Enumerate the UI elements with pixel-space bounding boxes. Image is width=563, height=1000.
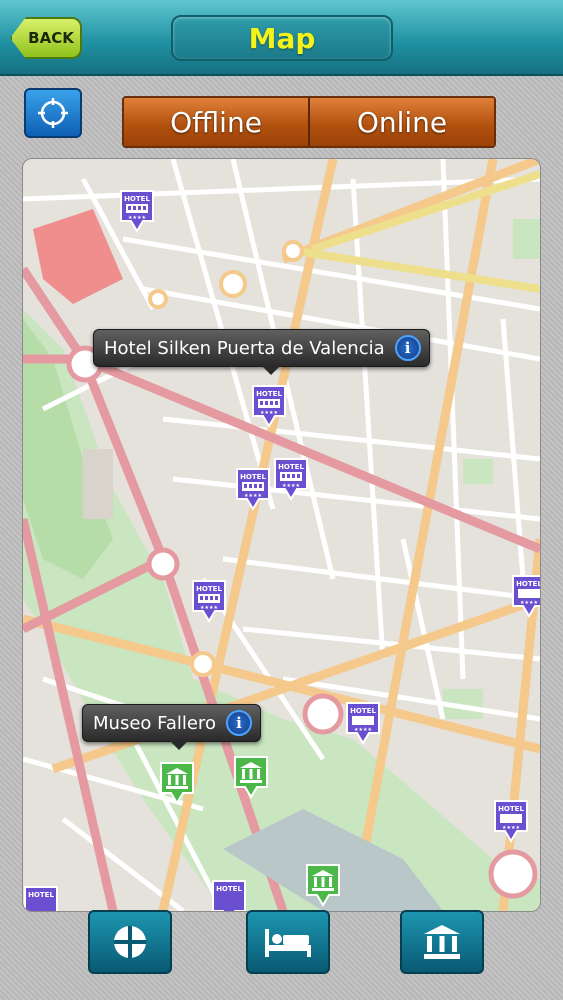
svg-text:HOTEL: HOTEL xyxy=(278,463,304,471)
crosshair-icon xyxy=(38,98,68,128)
map-callout-hotel[interactable]: Hotel Silken Puerta de Valencia i xyxy=(93,329,430,375)
callout-label: Museo Fallero xyxy=(93,712,216,734)
filter-all-button[interactable] xyxy=(88,910,172,974)
building-block xyxy=(83,449,113,519)
svg-text:★★★★: ★★★★ xyxy=(260,410,278,416)
svg-text:HOTEL: HOTEL xyxy=(256,390,282,398)
hotel-icon: HOTEL ★★★★ xyxy=(192,580,226,623)
offline-tab[interactable]: Offline xyxy=(124,98,308,146)
filter-hotels-button[interactable] xyxy=(246,910,330,974)
svg-text:★★★★: ★★★★ xyxy=(354,727,372,733)
museum-icon xyxy=(424,925,460,959)
svg-text:★★★★: ★★★★ xyxy=(200,605,218,611)
page-title: Map xyxy=(171,15,393,61)
hotel-icon: HOTEL xyxy=(212,880,246,911)
svg-text:HOTEL: HOTEL xyxy=(28,891,54,899)
svg-text:HOTEL: HOTEL xyxy=(196,585,222,593)
top-bar: BACK Map xyxy=(0,0,563,76)
svg-text:HOTEL: HOTEL xyxy=(516,580,541,588)
svg-text:★★★★: ★★★★ xyxy=(128,215,146,221)
callout-tail xyxy=(170,741,188,750)
info-icon[interactable]: i xyxy=(225,710,252,736)
map-view[interactable]: HOTEL ★★★★ HOTEL ★★★★ HOTEL ★★★★ HOTEL ★… xyxy=(22,158,541,912)
info-icon[interactable]: i xyxy=(394,335,421,361)
hotel-icon: HOTEL ★★★★ xyxy=(252,385,286,428)
map-streets xyxy=(23,159,540,911)
svg-text:★★★★: ★★★★ xyxy=(244,493,262,499)
museum-icon xyxy=(234,756,268,799)
callout-tail xyxy=(262,366,280,375)
park-area xyxy=(513,219,540,259)
hotel-icon: HOTEL ★★★★ xyxy=(236,468,270,511)
map-mode-segmented-control: Offline Online xyxy=(122,96,496,148)
back-label: BACK xyxy=(28,29,74,47)
locate-button[interactable] xyxy=(24,88,82,138)
online-label: Online xyxy=(356,105,448,139)
hotel-icon: HOTEL ★★★★ xyxy=(494,800,528,843)
svg-text:HOTEL: HOTEL xyxy=(240,473,266,481)
svg-text:★★★★: ★★★★ xyxy=(282,483,300,489)
hotel-icon: HOTEL ★★★★ xyxy=(120,190,154,233)
svg-text:★★★★: ★★★★ xyxy=(502,825,520,831)
hotel-icon: HOTEL ★★★★ xyxy=(512,575,541,618)
svg-text:HOTEL: HOTEL xyxy=(124,195,150,203)
svg-text:★★★★: ★★★★ xyxy=(520,600,538,606)
museum-icon xyxy=(160,762,194,805)
callout-label: Hotel Silken Puerta de Valencia xyxy=(104,337,385,359)
hotel-icon: HOTEL ★★★★ xyxy=(274,458,308,501)
filter-museums-button[interactable] xyxy=(400,910,484,974)
museum-icon xyxy=(306,864,340,907)
svg-text:HOTEL: HOTEL xyxy=(498,805,524,813)
offline-label: Offline xyxy=(170,105,262,139)
hotel-icon: HOTEL ★★★★ xyxy=(346,702,380,745)
map-callout-museum[interactable]: Museo Fallero i xyxy=(82,704,261,750)
svg-text:HOTEL: HOTEL xyxy=(216,885,242,893)
bed-icon xyxy=(265,929,311,957)
page-title-text: Map xyxy=(248,21,316,55)
back-button[interactable]: BACK xyxy=(10,17,82,59)
svg-text:HOTEL: HOTEL xyxy=(350,707,376,715)
hotel-icon: HOTEL xyxy=(24,886,58,911)
compass-icon xyxy=(114,926,146,958)
park-area xyxy=(463,459,493,484)
online-tab[interactable]: Online xyxy=(308,98,494,146)
